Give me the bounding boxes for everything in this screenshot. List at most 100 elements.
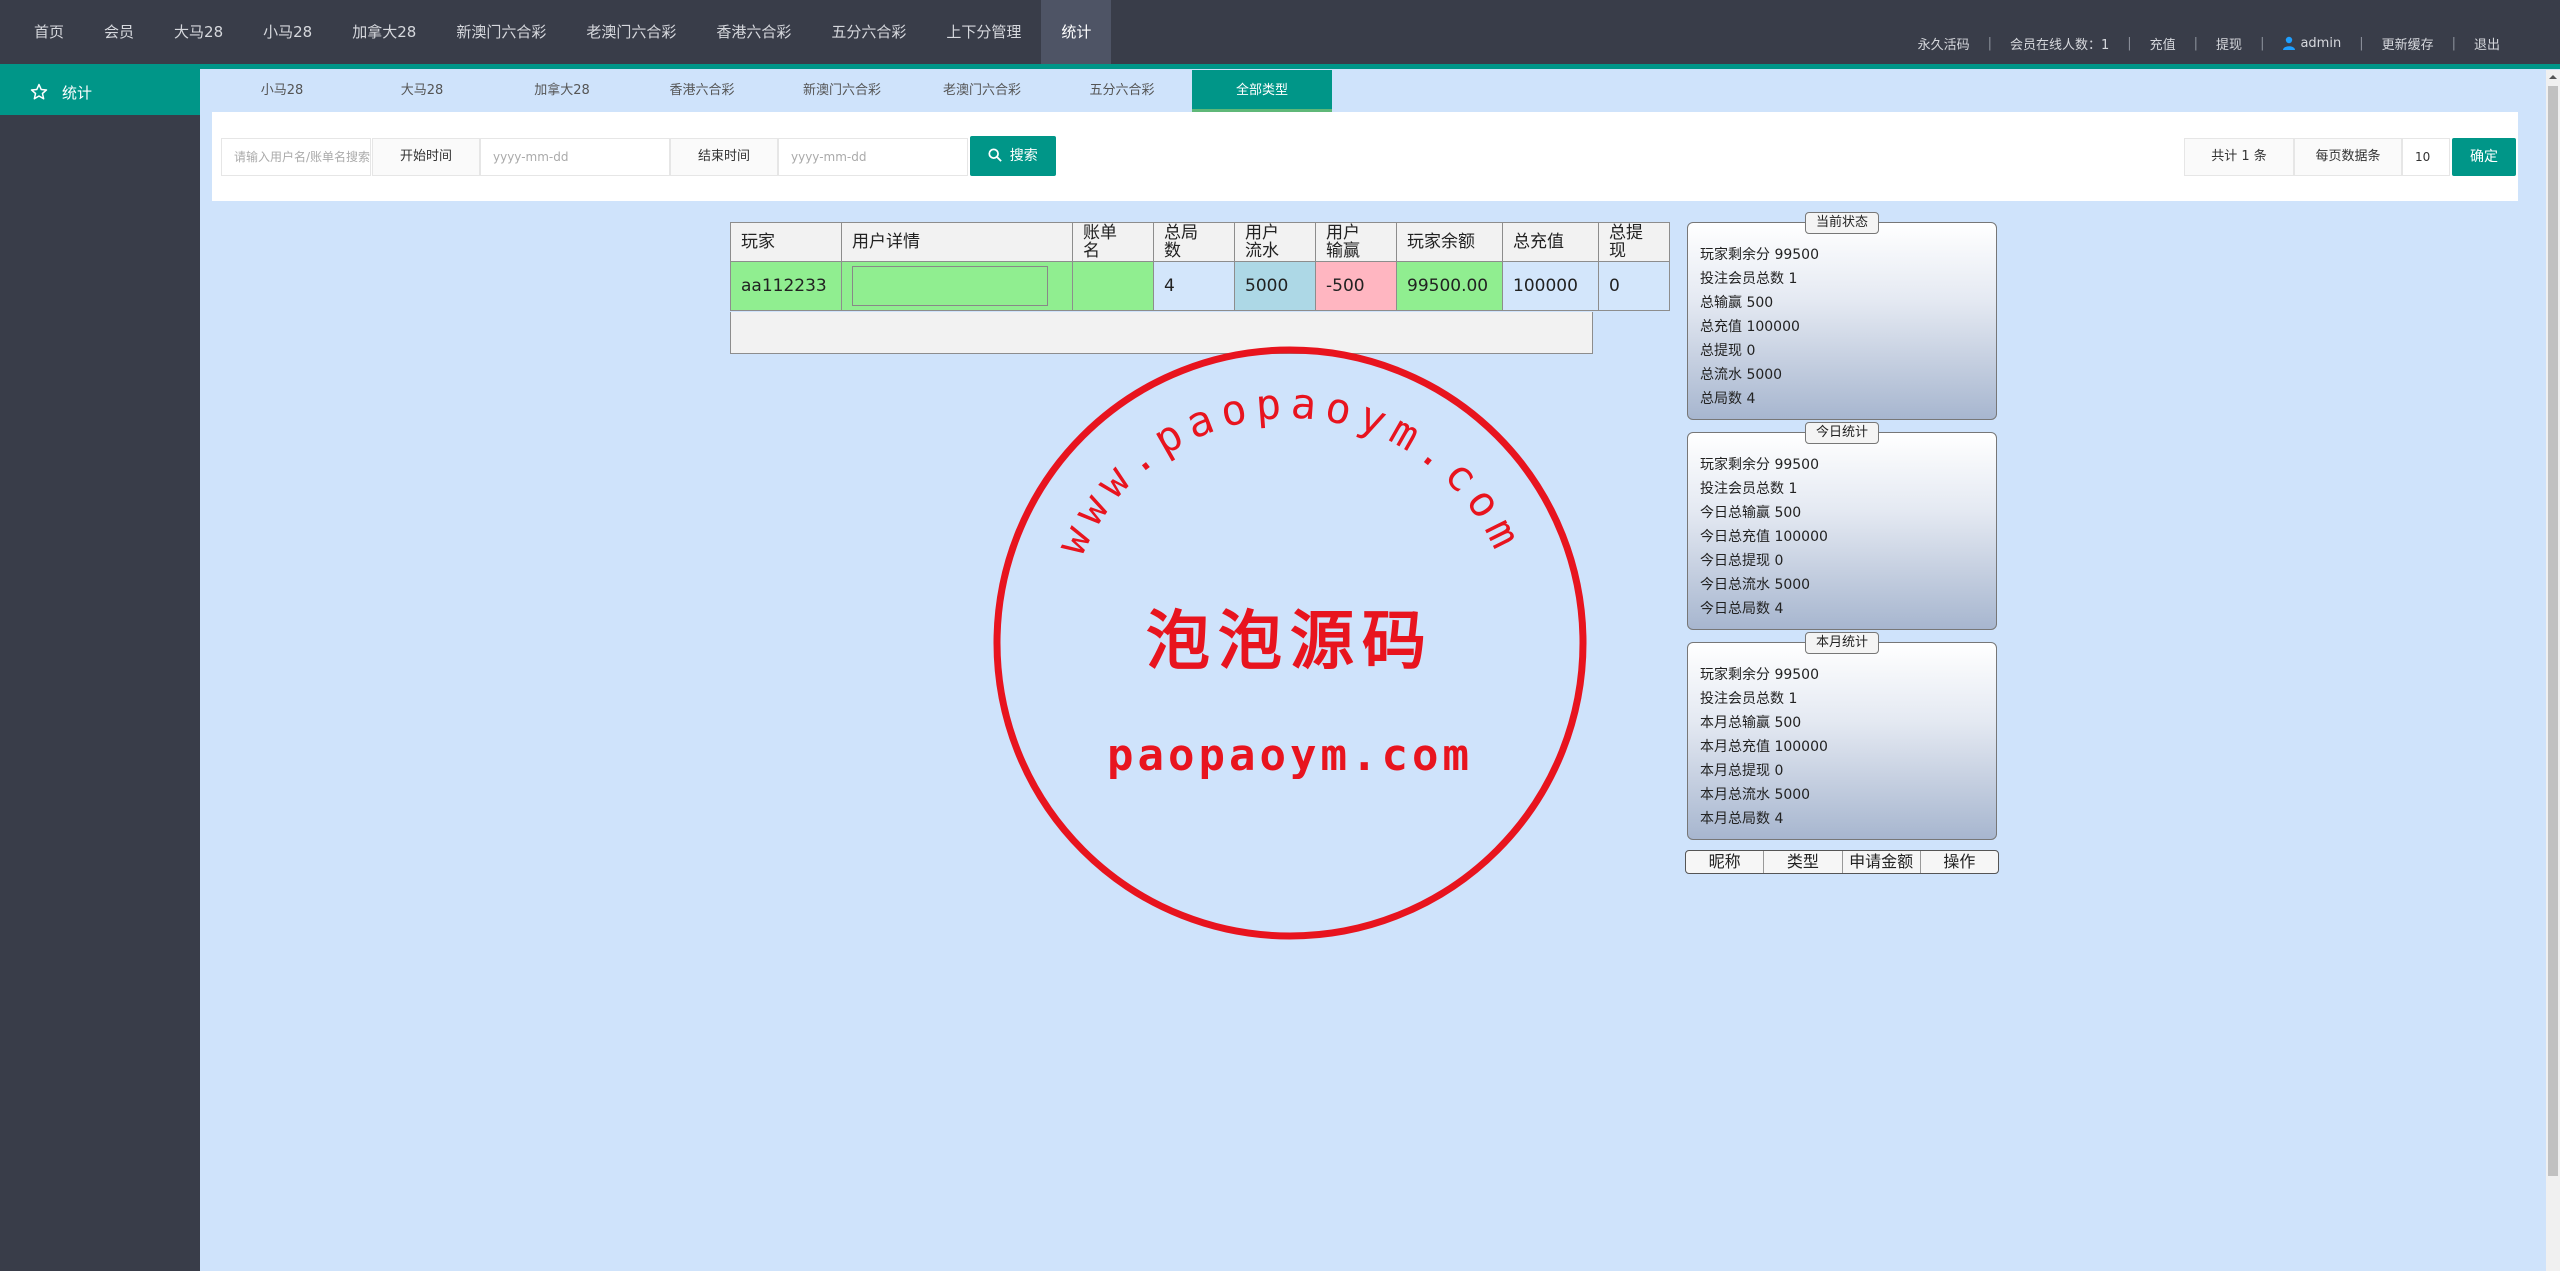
separator: | <box>1987 35 1992 51</box>
start-date-input[interactable]: yyyy-mm-dd <box>480 138 670 176</box>
stat-line: 总提现 0 <box>1700 343 1756 359</box>
stat-line: 投注会员总数 1 <box>1700 271 1798 287</box>
search-button[interactable]: 搜索 <box>970 136 1056 176</box>
header-user-winloss: 用户输赢 <box>1315 222 1397 262</box>
user-menu[interactable]: admin <box>2282 36 2341 51</box>
current-status-panel: 当前状态 玩家剩余分 99500 投注会员总数 1 总输赢 500 总充值 10… <box>1687 212 1997 420</box>
sidebar-item-label: 统计 <box>62 83 93 102</box>
top-nav-right: 永久活码 | 会员在线人数：1 | 充值 | 提现 | admin | 更新缓存… <box>1918 0 2500 86</box>
per-page-label: 每页数据条 <box>2294 138 2402 176</box>
watermark-center-text: 泡泡源码 <box>1146 604 1434 679</box>
apply-header-action: 操作 <box>1943 852 1976 871</box>
confirm-button[interactable]: 确定 <box>2452 138 2516 176</box>
stat-line: 本月总输赢 500 <box>1700 715 1802 731</box>
nav-item-old-macau-lottery[interactable]: 老澳门六合彩 <box>566 0 696 64</box>
stat-line: 今日总提现 0 <box>1700 553 1784 569</box>
tab-all-types[interactable]: 全部类型 <box>1192 70 1332 112</box>
header-user-winloss-text: 用户输赢 <box>1326 223 1360 261</box>
sidebar-item-statistics[interactable]: 统计 <box>0 69 200 115</box>
user-icon <box>2283 36 2296 50</box>
tab-new-macau-lottery[interactable]: 新澳门六合彩 <box>772 70 912 112</box>
cell-player: aa112233 <box>730 261 842 311</box>
nav-item-xiaoma28[interactable]: 小马28 <box>243 0 332 64</box>
cell-bill-name <box>1072 261 1154 311</box>
recharge-link[interactable]: 充值 <box>2150 34 2176 53</box>
player-stats-table: 玩家 用户详情 账单名 总局数 用户流水 用户输赢 玩家余额 总充值 总提现 a… <box>730 222 1670 311</box>
header-bill-name-text: 账单名 <box>1083 223 1117 261</box>
table-row: aa112233 4 5000 -500 99500.00 100000 0 <box>730 261 1670 311</box>
tab-dama28[interactable]: 大马28 <box>352 70 492 112</box>
stat-line: 本月总提现 0 <box>1700 763 1784 779</box>
user-search-input[interactable]: 请输入用户名/账单名搜索 <box>221 138 371 176</box>
top-nav-bar: 首页 会员 大马28 小马28 加拿大28 新澳门六合彩 老澳门六合彩 香港六合… <box>0 0 2560 64</box>
watermark-stamp: www.paopaoym.com 泡泡源码 paopaoym.com <box>993 346 1587 940</box>
sidebar: 统计 <box>0 69 200 1271</box>
stat-line: 今日总局数 4 <box>1700 601 1784 617</box>
tab-five-minute-lottery[interactable]: 五分六合彩 <box>1052 70 1192 112</box>
tab-canada28[interactable]: 加拿大28 <box>492 70 632 112</box>
tab-hongkong-lottery[interactable]: 香港六合彩 <box>632 70 772 112</box>
stat-line: 玩家剩余分 99500 <box>1700 667 1819 683</box>
today-stats-title: 今日统计 <box>1804 422 1880 444</box>
nav-item-dama28[interactable]: 大马28 <box>154 0 243 64</box>
nav-item-points-management[interactable]: 上下分管理 <box>926 0 1041 64</box>
header-total-recharge: 总充值 <box>1502 222 1599 262</box>
header-total-rounds: 总局数 <box>1153 222 1235 262</box>
separator: | <box>2260 35 2265 51</box>
end-date-input[interactable]: yyyy-mm-dd <box>778 138 968 176</box>
header-player: 玩家 <box>730 222 842 262</box>
header-user-detail: 用户详情 <box>841 222 1073 262</box>
today-stats-panel: 今日统计 玩家剩余分 99500 投注会员总数 1 今日总输赢 500 今日总充… <box>1687 422 1997 630</box>
cell-user-turnover: 5000 <box>1234 261 1316 311</box>
stat-line: 总局数 4 <box>1700 391 1756 407</box>
stat-line: 本月总局数 4 <box>1700 811 1784 827</box>
nav-item-hongkong-lottery[interactable]: 香港六合彩 <box>696 0 811 64</box>
cell-total-recharge: 100000 <box>1502 261 1599 311</box>
start-time-label: 开始时间 <box>372 138 480 176</box>
withdraw-link[interactable]: 提现 <box>2216 34 2242 53</box>
stat-line: 今日总流水 5000 <box>1700 577 1811 593</box>
user-detail-textarea[interactable] <box>852 266 1048 306</box>
apply-header-amount: 申请金额 <box>1843 851 1921 873</box>
watermark-bottom-text: paopaoym.com <box>1107 730 1473 781</box>
withdraw-apply-table: 昵称 类型 申请金额 操作 <box>1685 850 1999 874</box>
stat-line: 玩家剩余分 99500 <box>1700 457 1819 473</box>
header-user-turnover-text: 用户流水 <box>1245 223 1279 261</box>
search-button-label: 搜索 <box>1009 148 1038 164</box>
stat-line: 本月总流水 5000 <box>1700 787 1811 803</box>
header-total-rounds-text: 总局数 <box>1164 223 1198 261</box>
nav-item-statistics[interactable]: 统计 <box>1041 0 1112 64</box>
permanent-code-link[interactable]: 永久活码 <box>1918 34 1970 53</box>
header-total-withdraw: 总提现 <box>1598 222 1670 262</box>
nav-item-canada28[interactable]: 加拿大28 <box>332 0 436 64</box>
tab-old-macau-lottery[interactable]: 老澳门六合彩 <box>912 70 1052 112</box>
scrollbar-thumb[interactable] <box>2548 86 2558 1176</box>
username-label: admin <box>2300 35 2342 51</box>
cell-user-winloss: -500 <box>1315 261 1397 311</box>
table-header-row: 玩家 用户详情 账单名 总局数 用户流水 用户输赢 玩家余额 总充值 总提现 <box>730 222 1670 262</box>
stat-line: 今日总输赢 500 <box>1700 505 1802 521</box>
nav-item-new-macau-lottery[interactable]: 新澳门六合彩 <box>436 0 566 64</box>
scroll-up-arrow-icon[interactable] <box>2546 70 2560 84</box>
month-stats-title: 本月统计 <box>1804 632 1880 654</box>
logout-link[interactable]: 退出 <box>2474 34 2500 53</box>
header-bill-name: 账单名 <box>1072 222 1154 262</box>
search-icon <box>988 148 1003 162</box>
lottery-type-tabs: 小马28 大马28 加拿大28 香港六合彩 新澳门六合彩 老澳门六合彩 五分六合… <box>212 70 1520 112</box>
cell-total-withdraw: 0 <box>1598 261 1670 311</box>
nav-item-five-minute-lottery[interactable]: 五分六合彩 <box>811 0 926 64</box>
header-user-turnover: 用户流水 <box>1234 222 1316 262</box>
stat-line: 总流水 5000 <box>1700 367 1783 383</box>
nav-item-members[interactable]: 会员 <box>84 0 154 64</box>
cell-user-detail <box>841 261 1073 311</box>
top-accent-line <box>0 64 2560 69</box>
per-page-input[interactable]: 10 <box>2402 138 2450 176</box>
separator: | <box>2359 35 2364 51</box>
clear-cache-link[interactable]: 更新缓存 <box>2382 34 2434 53</box>
tab-xiaoma28[interactable]: 小马28 <box>212 70 352 112</box>
stat-line: 玩家剩余分 99500 <box>1700 247 1819 263</box>
top-nav-menu: 首页 会员 大马28 小马28 加拿大28 新澳门六合彩 老澳门六合彩 香港六合… <box>14 0 1112 64</box>
star-icon <box>30 83 48 100</box>
end-time-label: 结束时间 <box>670 138 778 176</box>
nav-item-home[interactable]: 首页 <box>14 0 84 64</box>
